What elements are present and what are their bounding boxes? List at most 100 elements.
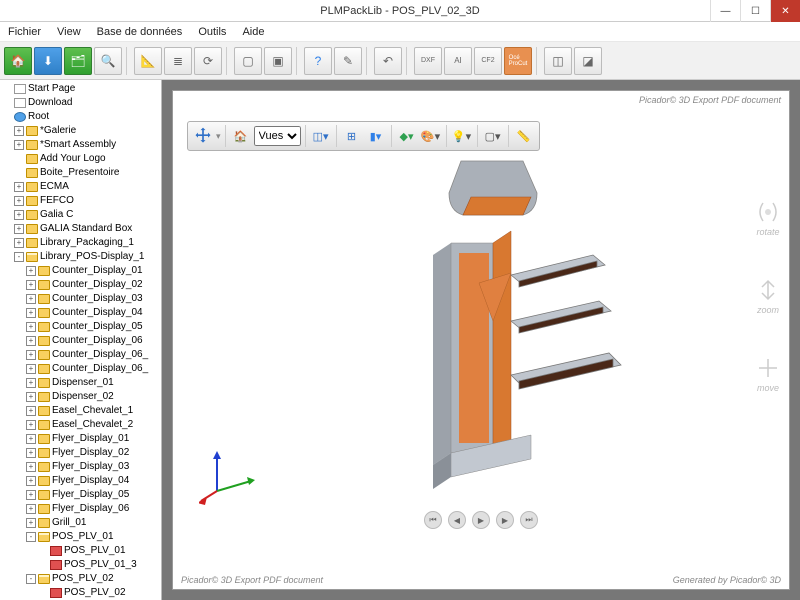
tree-node[interactable]: +Flyer_Display_05: [2, 488, 161, 502]
collapse-icon[interactable]: -: [14, 252, 24, 262]
tree-node[interactable]: Start Page: [2, 82, 161, 96]
tree-node[interactable]: +Dispenser_02: [2, 390, 161, 404]
tree-node[interactable]: +Counter_Display_06_: [2, 362, 161, 376]
export-cf2-button[interactable]: CF2: [474, 47, 502, 75]
tree-node[interactable]: +Counter_Display_06: [2, 334, 161, 348]
tree-node[interactable]: POS_PLV_02: [2, 586, 161, 600]
tree-node[interactable]: +Flyer_Display_04: [2, 474, 161, 488]
expand-icon[interactable]: +: [26, 364, 36, 374]
expand-icon[interactable]: +: [26, 448, 36, 458]
move-gesture[interactable]: move: [755, 355, 781, 393]
tree-node[interactable]: +Flyer_Display_02: [2, 446, 161, 460]
expand-icon[interactable]: +: [26, 280, 36, 290]
pdf-viewport[interactable]: Picador© 3D Export PDF document ▾ 🏠 Vues…: [172, 90, 790, 590]
tree-node[interactable]: +Dispenser_01: [2, 376, 161, 390]
window-maximize-button[interactable]: ☐: [740, 0, 770, 22]
expand-icon[interactable]: +: [14, 126, 24, 136]
tree-node[interactable]: POS_PLV_01_3: [2, 558, 161, 572]
tree-node[interactable]: -Library_POS-Display_1: [2, 250, 161, 264]
tree-node[interactable]: +Counter_Display_05: [2, 320, 161, 334]
tree-node[interactable]: +Flyer_Display_01: [2, 432, 161, 446]
tree-node[interactable]: -POS_PLV_01: [2, 530, 161, 544]
tree-node[interactable]: +ECMA: [2, 180, 161, 194]
bgcolor-button[interactable]: ▢▾: [482, 125, 504, 147]
play-button[interactable]: ▶: [472, 511, 490, 529]
render-mode-button[interactable]: ▮▾: [365, 125, 387, 147]
next-button[interactable]: ▶: [496, 511, 514, 529]
help-button[interactable]: ?: [304, 47, 332, 75]
parts-tree-button[interactable]: ⊞: [341, 125, 363, 147]
expand-icon[interactable]: +: [26, 350, 36, 360]
export-ai-button[interactable]: AI: [444, 47, 472, 75]
texture-button[interactable]: 🎨▾: [420, 125, 442, 147]
tree-node[interactable]: +Easel_Chevalet_1: [2, 404, 161, 418]
home-view-button[interactable]: 🏠: [230, 125, 252, 147]
views-dropdown[interactable]: Vues: [254, 126, 301, 146]
tree-node[interactable]: +Flyer_Display_03: [2, 460, 161, 474]
expand-icon[interactable]: +: [14, 238, 24, 248]
tree-node[interactable]: +Galia C: [2, 208, 161, 222]
rotate-gesture[interactable]: rotate: [755, 199, 781, 237]
expand-icon[interactable]: +: [26, 518, 36, 528]
undo-button[interactable]: ↶: [374, 47, 402, 75]
pan-tool-icon[interactable]: [192, 125, 214, 147]
expand-icon[interactable]: +: [26, 378, 36, 388]
prev-button[interactable]: ◀: [448, 511, 466, 529]
tree-node[interactable]: +Counter_Display_04: [2, 306, 161, 320]
tree-node[interactable]: +*Galerie: [2, 124, 161, 138]
tool-layers-button[interactable]: ≣: [164, 47, 192, 75]
tree-pane[interactable]: Start PageDownloadRoot+*Galerie+*Smart A…: [0, 80, 162, 600]
export-dxf-button[interactable]: DXF: [414, 47, 442, 75]
zoom-gesture[interactable]: zoom: [755, 277, 781, 315]
expand-icon[interactable]: +: [26, 476, 36, 486]
expand-icon[interactable]: +: [14, 224, 24, 234]
browse-button[interactable]: 🗂: [64, 47, 92, 75]
tool-3d2-button[interactable]: ◪: [574, 47, 602, 75]
expand-icon[interactable]: +: [26, 490, 36, 500]
expand-icon[interactable]: +: [26, 294, 36, 304]
tool-3d1-button[interactable]: ◫: [544, 47, 572, 75]
section-button[interactable]: 📏: [513, 125, 535, 147]
expand-icon[interactable]: +: [14, 196, 24, 206]
tree-node[interactable]: Download: [2, 96, 161, 110]
tool-box1-button[interactable]: ▢: [234, 47, 262, 75]
tree-node[interactable]: +Easel_Chevalet_2: [2, 418, 161, 432]
tree-node[interactable]: +Grill_01: [2, 516, 161, 530]
expand-icon[interactable]: +: [14, 210, 24, 220]
tree-node[interactable]: +Counter_Display_01: [2, 264, 161, 278]
fastfwd-button[interactable]: ⏭: [520, 511, 538, 529]
perspective-button[interactable]: ◫▾: [310, 125, 332, 147]
collapse-icon[interactable]: -: [26, 532, 36, 542]
export-oce-button[interactable]: OcéProCut: [504, 47, 532, 75]
expand-icon[interactable]: +: [26, 308, 36, 318]
tree-node[interactable]: +*Smart Assembly: [2, 138, 161, 152]
menu-outils[interactable]: Outils: [190, 26, 234, 38]
tree-node[interactable]: Root: [2, 110, 161, 124]
root-button[interactable]: 🏠: [4, 47, 32, 75]
menu-fichier[interactable]: Fichier: [0, 26, 49, 38]
3d-canvas[interactable]: ⏮ ◀ ▶ ▶ ⏭ rotate zoom: [173, 109, 789, 571]
tree-node[interactable]: +Flyer_Display_06: [2, 502, 161, 516]
collapse-icon[interactable]: -: [26, 574, 36, 584]
expand-icon[interactable]: +: [26, 406, 36, 416]
expand-icon[interactable]: +: [26, 434, 36, 444]
tree-node[interactable]: POS_PLV_01: [2, 544, 161, 558]
expand-icon[interactable]: +: [26, 266, 36, 276]
shade-mode-button[interactable]: ◆▾: [396, 125, 418, 147]
expand-icon[interactable]: +: [26, 462, 36, 472]
menu-database[interactable]: Base de données: [89, 26, 191, 38]
expand-icon[interactable]: +: [14, 182, 24, 192]
tree-node[interactable]: +GALIA Standard Box: [2, 222, 161, 236]
window-minimize-button[interactable]: —: [710, 0, 740, 22]
menu-aide[interactable]: Aide: [234, 26, 272, 38]
tool-refresh-button[interactable]: ⟳: [194, 47, 222, 75]
search-button[interactable]: 🔍: [94, 47, 122, 75]
tree-node[interactable]: Boite_Presentoire: [2, 166, 161, 180]
tree-node[interactable]: +Counter_Display_03: [2, 292, 161, 306]
tool-box2-button[interactable]: ▣: [264, 47, 292, 75]
edit-button[interactable]: ✎: [334, 47, 362, 75]
tree-node[interactable]: +FEFCO: [2, 194, 161, 208]
expand-icon[interactable]: +: [26, 420, 36, 430]
expand-icon[interactable]: +: [26, 504, 36, 514]
window-close-button[interactable]: ✕: [770, 0, 800, 22]
